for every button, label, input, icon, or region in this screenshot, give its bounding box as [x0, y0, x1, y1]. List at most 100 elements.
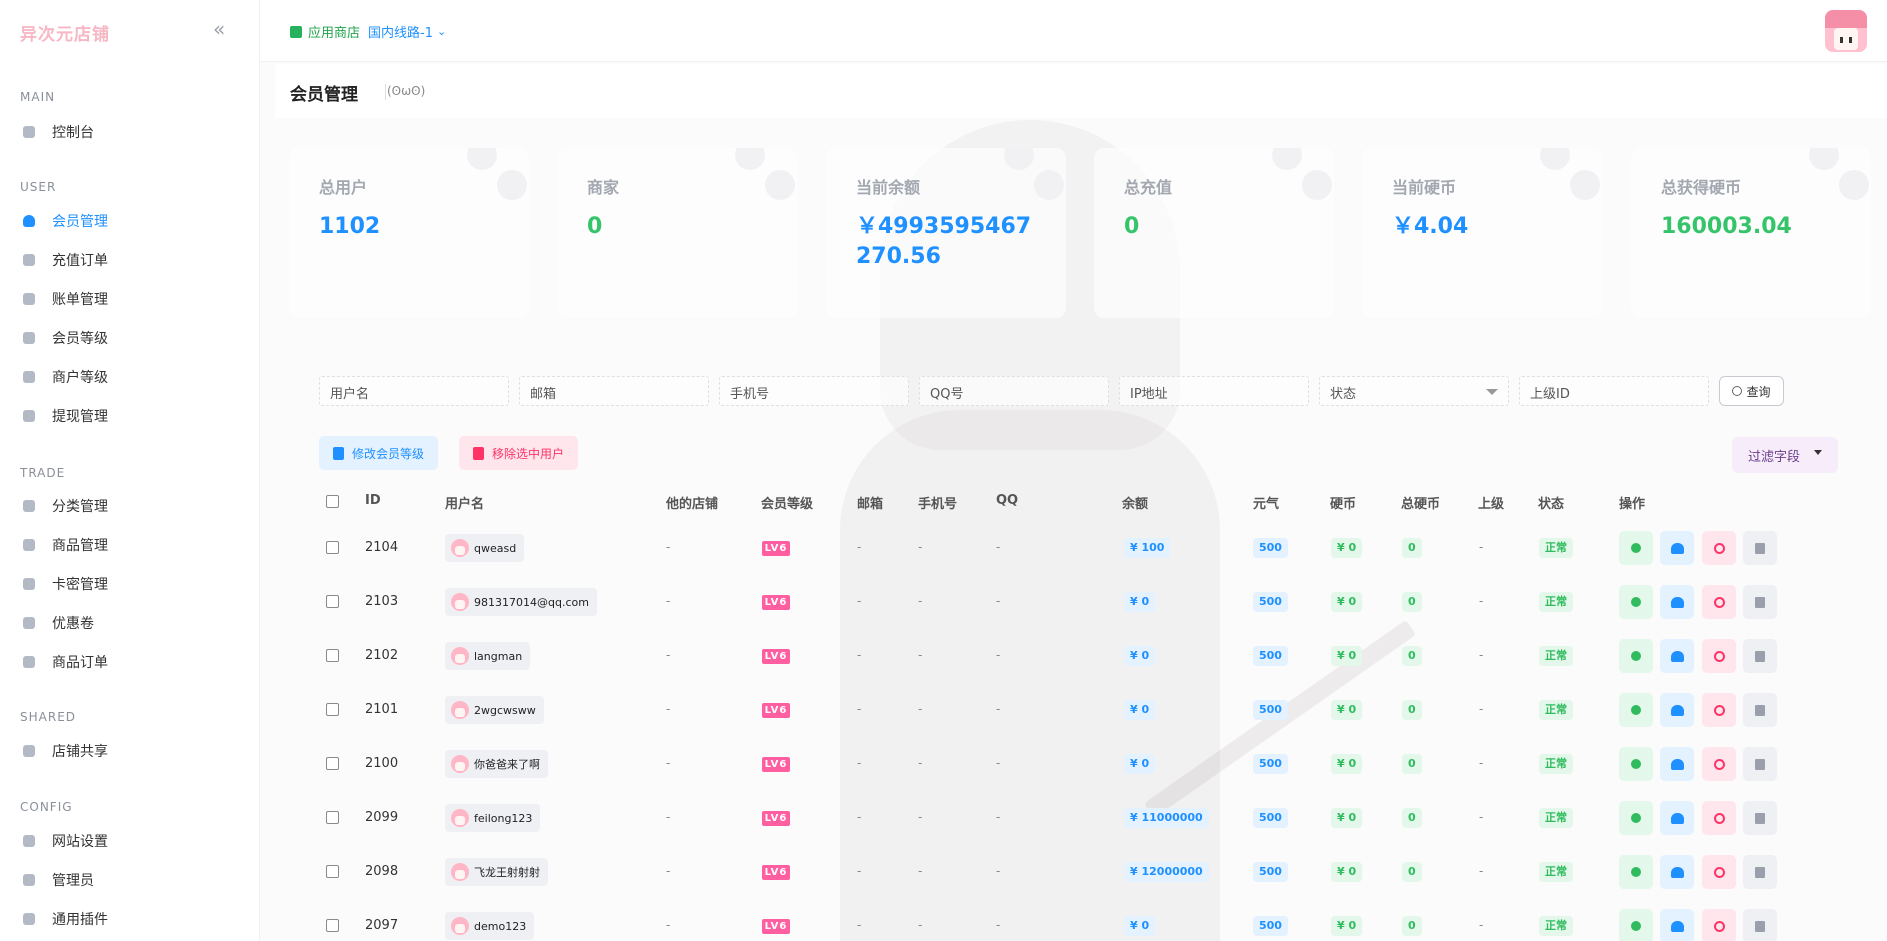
row-checkbox[interactable]: [326, 811, 339, 824]
delete-user-button[interactable]: [1743, 585, 1777, 619]
phone-filter-input[interactable]: 手机号: [719, 376, 909, 406]
email-filter-input[interactable]: 邮箱: [519, 376, 709, 406]
store-switcher[interactable]: 应用商店 国内线路-1 ⌄: [290, 22, 446, 41]
row-checkbox[interactable]: [326, 865, 339, 878]
message-button[interactable]: [1619, 909, 1653, 941]
row-checkbox[interactable]: [326, 703, 339, 716]
username-chip[interactable]: 2wgcwsww: [445, 696, 544, 724]
sidebar-item-merchant-levels[interactable]: 商户等级: [20, 363, 240, 391]
sidebar-item-withdraw[interactable]: 提现管理: [20, 402, 240, 430]
status-filter-select[interactable]: 状态: [1319, 376, 1509, 406]
edit-user-button[interactable]: [1660, 747, 1694, 781]
edit-user-button[interactable]: [1660, 585, 1694, 619]
username-chip[interactable]: 你爸爸来了啊: [445, 750, 548, 778]
sidebar-item-admins[interactable]: 管理员: [20, 866, 240, 894]
sidebar-item-goods[interactable]: 商品管理: [20, 531, 240, 559]
delete-user-button[interactable]: [1743, 639, 1777, 673]
ban-user-button[interactable]: [1702, 801, 1736, 835]
ban-icon: [1713, 596, 1725, 608]
message-button[interactable]: [1619, 531, 1653, 565]
row-checkbox[interactable]: [326, 541, 339, 554]
user-edit-icon: [1670, 758, 1684, 770]
sidebar-item-dashboard[interactable]: 控制台: [20, 118, 240, 146]
stat-value: ￥4.04: [1392, 214, 1469, 239]
ban-user-button[interactable]: [1702, 747, 1736, 781]
delete-user-button[interactable]: [1743, 801, 1777, 835]
ban-user-button[interactable]: [1702, 585, 1736, 619]
select-all-checkbox[interactable]: [326, 495, 339, 508]
sidebar-item-members[interactable]: 会员管理: [20, 207, 240, 235]
delete-user-button[interactable]: [1743, 909, 1777, 941]
user-avatar[interactable]: [1825, 10, 1867, 52]
parent-id-filter-input[interactable]: 上级ID: [1519, 376, 1709, 406]
delete-user-button[interactable]: [1743, 747, 1777, 781]
row-checkbox[interactable]: [326, 649, 339, 662]
sidebar-item-bills[interactable]: 账单管理: [20, 285, 240, 313]
message-button[interactable]: [1619, 585, 1653, 619]
row-checkbox[interactable]: [326, 919, 339, 932]
delete-user-button[interactable]: [1743, 693, 1777, 727]
sidebar-item-categories[interactable]: 分类管理: [20, 492, 240, 520]
username-chip[interactable]: demo123: [445, 912, 535, 940]
sidebar-item-cards[interactable]: 卡密管理: [20, 570, 240, 598]
sidebar-item-member-levels[interactable]: 会员等级: [20, 324, 240, 352]
row-qq: -: [996, 918, 1001, 932]
sidebar-item-site-settings[interactable]: 网站设置: [20, 827, 240, 855]
query-button[interactable]: 查询: [1719, 376, 1784, 406]
trash-icon: [1755, 866, 1765, 878]
message-button[interactable]: [1619, 639, 1653, 673]
level-badge: LV6: [762, 757, 790, 772]
sidebar-item-plugins[interactable]: 通用插件: [20, 905, 240, 933]
sidebar-item-shop-share[interactable]: 店铺共享: [20, 737, 240, 765]
delete-user-button[interactable]: [1743, 855, 1777, 889]
avatar: [451, 701, 469, 719]
ban-user-button[interactable]: [1702, 855, 1736, 889]
row-shop: -: [666, 864, 671, 878]
avatar: [451, 863, 469, 881]
username-chip[interactable]: langman: [445, 642, 531, 670]
message-button[interactable]: [1619, 693, 1653, 727]
filter-fields-dropdown[interactable]: 过滤字段: [1732, 437, 1838, 473]
ban-user-button[interactable]: [1702, 909, 1736, 941]
ban-user-button[interactable]: [1702, 639, 1736, 673]
username-chip[interactable]: 981317014@qq.com: [445, 588, 597, 616]
avatar: [451, 809, 469, 827]
delete-user-button[interactable]: [1743, 531, 1777, 565]
username-chip[interactable]: feilong123: [445, 804, 541, 832]
row-qq: -: [996, 540, 1001, 554]
row-parent: -: [1479, 594, 1484, 608]
message-button[interactable]: [1619, 855, 1653, 889]
sidebar-item-goods-orders[interactable]: 商品订单: [20, 648, 240, 676]
stat-value: 0: [587, 214, 603, 239]
qq-filter-input[interactable]: QQ号: [919, 376, 1109, 406]
username-chip[interactable]: 飞龙王射射射: [445, 858, 548, 886]
row-parent: -: [1479, 648, 1484, 662]
ban-user-button[interactable]: [1702, 693, 1736, 727]
edit-user-button[interactable]: [1660, 693, 1694, 727]
collapse-sidebar-icon[interactable]: «: [213, 17, 225, 41]
ban-user-button[interactable]: [1702, 531, 1736, 565]
sidebar-item-coupons[interactable]: 优惠卷: [20, 609, 240, 637]
coin-badge: ¥ 0: [1331, 754, 1363, 774]
edit-user-button[interactable]: [1660, 855, 1694, 889]
edit-user-button[interactable]: [1660, 531, 1694, 565]
row-checkbox[interactable]: [326, 757, 339, 770]
user-edit-icon: [1670, 704, 1684, 716]
trash-icon: [1755, 758, 1765, 770]
modify-level-button[interactable]: 修改会员等级: [319, 436, 439, 470]
edit-user-button[interactable]: [1660, 639, 1694, 673]
message-button[interactable]: [1619, 747, 1653, 781]
username-filter-input[interactable]: 用户名: [319, 376, 509, 406]
col-yuanqi: 元气: [1253, 497, 1280, 512]
user-edit-icon: [1670, 866, 1684, 878]
brand-logo[interactable]: 异次元店铺: [20, 20, 110, 45]
username-chip[interactable]: qweasd: [445, 534, 525, 562]
row-shop: -: [666, 594, 671, 608]
remove-selected-button[interactable]: 移除选中用户: [459, 436, 579, 470]
sidebar-item-recharge-orders[interactable]: 充值订单: [20, 246, 240, 274]
edit-user-button[interactable]: [1660, 801, 1694, 835]
ip-filter-input[interactable]: IP地址: [1119, 376, 1309, 406]
edit-user-button[interactable]: [1660, 909, 1694, 941]
message-button[interactable]: [1619, 801, 1653, 835]
row-checkbox[interactable]: [326, 595, 339, 608]
